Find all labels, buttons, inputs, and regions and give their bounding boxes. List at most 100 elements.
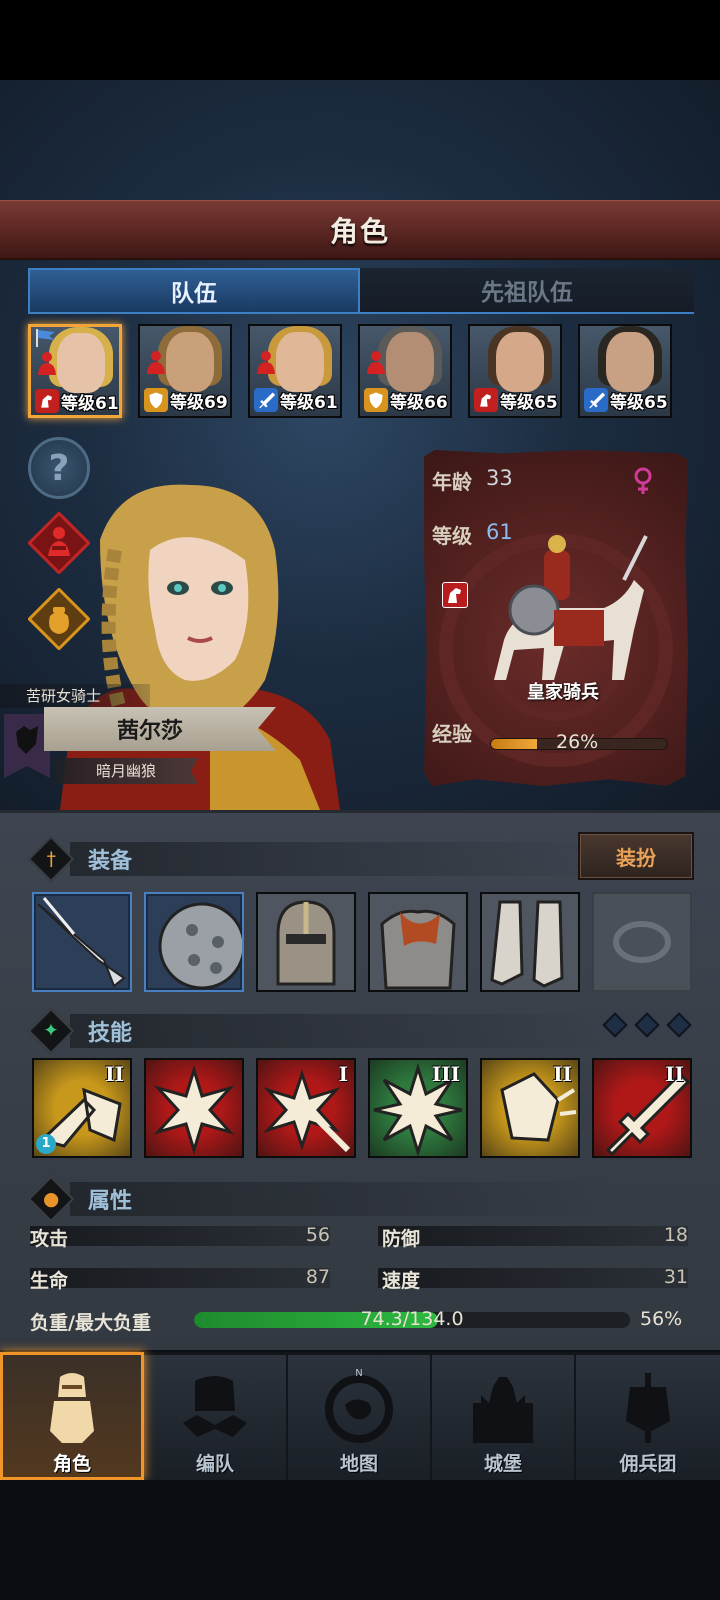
hero-level: 等级65: [610, 393, 668, 413]
ring-slot[interactable]: [592, 892, 692, 992]
skill-slot[interactable]: III: [368, 1058, 468, 1158]
armor-slot[interactable]: [368, 892, 468, 992]
nav-formation-label: 编队: [195, 1453, 234, 1475]
age-value: 33: [486, 466, 513, 490]
load-row: 负重/最大负重: [30, 1308, 190, 1334]
helmet-slot[interactable]: [256, 892, 356, 992]
injury-icon: [38, 352, 56, 375]
shield-icon: [144, 388, 168, 412]
sword-icon: [584, 388, 608, 412]
age-label: 年龄: [432, 470, 472, 494]
skill-rank: I: [338, 1062, 348, 1086]
skill-slot[interactable]: I: [256, 1058, 356, 1158]
roster-hero-card[interactable]: 等级61: [28, 324, 122, 418]
attributes-header-band: [70, 1182, 610, 1216]
dagger-icon: †: [27, 835, 75, 883]
nav-map-label: 地图: [339, 1453, 378, 1475]
skills-header-band: [70, 1014, 610, 1048]
castle-icon: [473, 1377, 533, 1443]
character-name-plate: 茜尔莎: [44, 707, 276, 751]
hero-face: [496, 332, 544, 392]
hero-level: 等级65: [500, 393, 558, 413]
horse-icon: [448, 588, 461, 603]
horse-icon: [35, 389, 59, 413]
greaves-icon: [490, 900, 564, 988]
cavalry-class-icon: [442, 582, 468, 608]
title-banner: 角色: [0, 200, 720, 260]
lance-icon: [37, 897, 126, 988]
attributes-title: 属性: [88, 1189, 133, 1214]
boots-slot[interactable]: [480, 892, 580, 992]
shield-slot[interactable]: [144, 892, 244, 992]
attack-row: 攻击: [30, 1224, 90, 1250]
defense-row: 防御: [382, 1224, 442, 1250]
nav-character-label: 角色: [52, 1453, 91, 1475]
female-icon: [634, 467, 652, 494]
load-value: 74.3/134.0: [360, 1308, 464, 1330]
defense-value: 18: [663, 1224, 688, 1246]
injury-icon: [147, 351, 165, 374]
injury-icon: [257, 351, 275, 374]
hero-level: 等级61: [61, 394, 119, 414]
level-label: 等级: [432, 524, 472, 548]
formation-icon: [183, 1376, 247, 1437]
character-title: 苦研女骑士: [0, 684, 150, 708]
leader-flag-icon: [36, 329, 55, 347]
skills-title: 技能: [88, 1021, 133, 1046]
speed-value: 31: [663, 1266, 688, 1288]
unit-class-name: 皇家骑兵: [527, 682, 599, 703]
hero-face: [166, 332, 214, 392]
skill-upgrade-badge: 1: [36, 1134, 56, 1154]
nav-formation[interactable]: 编队: [144, 1352, 288, 1480]
tab-ancestor-team[interactable]: 先祖队伍: [360, 268, 694, 314]
equipment-title: 装备: [88, 849, 133, 874]
star-icon: ✦: [27, 1007, 75, 1055]
skill-slot[interactable]: II: [480, 1058, 580, 1158]
person-icon: ●: [27, 1175, 75, 1223]
roster-hero-card[interactable]: 等级69: [138, 324, 232, 418]
speed-label: 速度: [382, 1269, 421, 1292]
shield-icon: [364, 388, 388, 412]
weapon-slot[interactable]: [32, 892, 132, 992]
skill-rank: III: [431, 1062, 460, 1086]
horse-icon: [474, 388, 498, 412]
nav-mercenary[interactable]: 佣兵团: [576, 1352, 720, 1480]
page-title: 角色: [329, 214, 390, 248]
chainmail-armor-icon: [380, 909, 456, 990]
hp-value: 87: [305, 1266, 330, 1288]
nav-map[interactable]: N 地图: [288, 1352, 432, 1480]
hero-level: 等级61: [280, 393, 338, 413]
skill-slot[interactable]: [144, 1058, 244, 1158]
royal-cavalry-unit-art: [494, 535, 648, 680]
attack-label: 攻击: [30, 1227, 69, 1250]
exp-bar-fill: [491, 739, 537, 749]
tab-team[interactable]: 队伍: [28, 268, 360, 314]
roster-hero-card[interactable]: 等级61: [248, 324, 342, 418]
skill-slot[interactable]: II: [592, 1058, 692, 1158]
hero-face: [606, 332, 654, 392]
character-name: 茜尔莎: [116, 719, 183, 744]
nav-mercenary-label: 佣兵团: [619, 1453, 677, 1475]
defense-label: 防御: [382, 1227, 421, 1250]
bottom-system-area: [0, 1480, 720, 1600]
roster: 等级61 等级69 等级61 等级66 等级65 等级65: [28, 324, 692, 418]
exp-label: 经验: [432, 722, 472, 746]
nav-castle[interactable]: 城堡: [432, 1352, 576, 1480]
hero-face: [57, 333, 105, 393]
skill-rank: II: [553, 1062, 572, 1086]
nav-castle-label: 城堡: [483, 1453, 522, 1475]
roster-hero-card[interactable]: 等级66: [358, 324, 452, 418]
load-label: 负重/最大负重: [30, 1311, 151, 1334]
skill-slot[interactable]: II 1: [32, 1058, 132, 1158]
hero-face: [386, 332, 434, 392]
roster-hero-card[interactable]: 等级65: [468, 324, 562, 418]
guild-wolf-banner-icon: [4, 714, 50, 778]
equipment-header: † 装备: [27, 835, 133, 883]
knight-icon: [50, 1373, 94, 1443]
injury-icon: [367, 351, 385, 374]
speed-row: 速度: [382, 1266, 442, 1292]
dress-up-button[interactable]: 装扮: [578, 832, 694, 880]
nav-character[interactable]: 角色: [0, 1352, 144, 1480]
roster-hero-card[interactable]: 等级65: [578, 324, 672, 418]
status-bar-area: [0, 0, 720, 80]
